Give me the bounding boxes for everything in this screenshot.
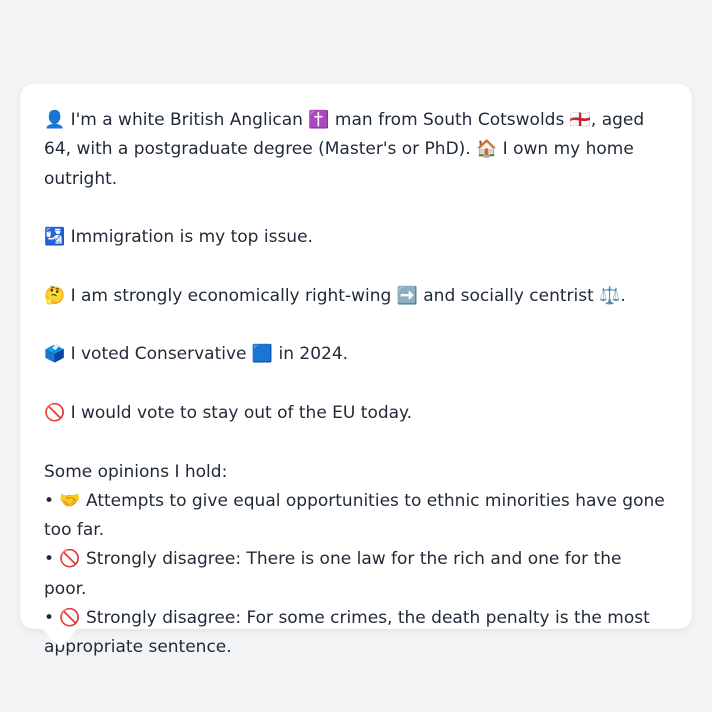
persona-card: 👤 I'm a white British Anglican ✝️ man fr… xyxy=(20,84,692,657)
opinion-item: • 🚫 Strongly disagree: There is one law … xyxy=(44,549,622,599)
opinions-heading: Some opinions I hold: xyxy=(44,461,228,482)
vote-2024-text: 🗳️ I voted Conservative 🟦 in 2024. xyxy=(44,344,349,365)
top-issue-text: 🛂 Immigration is my top issue. xyxy=(44,227,313,248)
opinion-item: • 🚫 Strongly disagree: For some crimes, … xyxy=(44,608,650,658)
eu-text: 🚫 I would vote to stay out of the EU tod… xyxy=(44,402,413,423)
opinion-item: • 🤝 Attempts to give equal opportunities… xyxy=(44,490,665,541)
profile-text: 👤 I'm a white British Anglican ✝️ man fr… xyxy=(44,110,645,189)
speech-bubble-tail xyxy=(42,628,78,648)
ideology-text: 🤔 I am strongly economically right-wing … xyxy=(44,285,626,306)
